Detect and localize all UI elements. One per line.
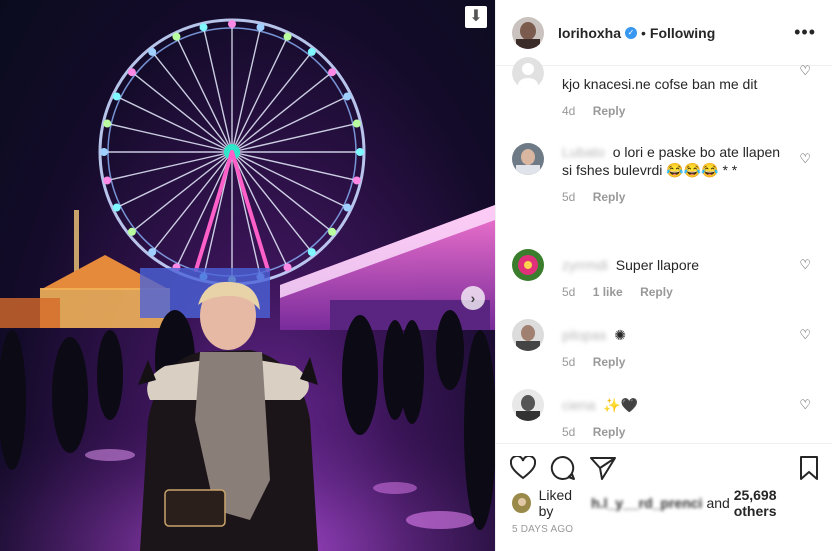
ferris-cabin	[352, 119, 361, 128]
post-timestamp[interactable]: 5 DAYS AGO	[496, 524, 832, 535]
ferris-cabin	[343, 92, 352, 101]
avatar[interactable]	[512, 249, 544, 281]
avatar[interactable]	[512, 389, 544, 421]
comment-age: 5d	[562, 425, 576, 439]
ferris-wheel	[98, 18, 366, 286]
comment-item: ciena ✨🖤 5d Reply ♡	[512, 389, 817, 439]
comment-bubble-icon[interactable]	[550, 448, 590, 488]
liked-by-label: Liked by	[538, 487, 573, 519]
separator: •	[641, 24, 646, 41]
ferris-cabin	[256, 23, 265, 32]
like-comment-heart-icon[interactable]: ♡	[799, 151, 811, 167]
ferris-cabin	[103, 176, 112, 185]
avatar[interactable]	[512, 493, 531, 513]
ferris-cabin	[228, 20, 236, 28]
fair-booths	[140, 205, 495, 330]
likes-summary: Liked by h.l_y__rd_prenci and 25,698 oth…	[496, 487, 832, 519]
action-bar	[496, 444, 832, 492]
ferris-cabin	[283, 32, 292, 41]
liked-and-label: and	[706, 495, 730, 511]
comment-item: kjo knacesi.ne cofse ban me dit 4d Reply…	[512, 57, 817, 118]
comment-item: Lubato o lori e paske bo ate llapen si f…	[512, 143, 817, 204]
post-photo: ⬇ ›	[0, 0, 495, 551]
comment-username[interactable]: pilopas	[562, 326, 606, 344]
comment-username[interactable]: zyrrmdi	[562, 256, 608, 274]
ferris-cabin	[343, 203, 352, 212]
like-heart-icon[interactable]	[510, 448, 550, 488]
like-comment-heart-icon[interactable]: ♡	[799, 397, 811, 413]
ferris-cabin	[127, 227, 136, 236]
comment-age: 5d	[562, 190, 576, 204]
comment-text: Super llapore	[615, 257, 700, 273]
avatar[interactable]	[512, 57, 544, 89]
save-bookmark-icon[interactable]	[779, 448, 819, 488]
ferris-cabin	[283, 263, 292, 272]
ferris-cabin	[307, 47, 316, 56]
reply-button[interactable]: Reply	[593, 104, 626, 118]
comments-list[interactable]: kjo knacesi.ne cofse ban me dit 4d Reply…	[496, 57, 832, 443]
verified-badge-icon: ✓	[625, 26, 638, 39]
ferris-cabin	[148, 47, 157, 56]
comment-age: 4d	[562, 104, 576, 118]
ferris-cabin	[352, 176, 361, 185]
comment-text: kjo knacesi.ne cofse ban me dit	[562, 76, 758, 92]
post-details-panel: lorihoxha ✓ • Following ••• kjo knacesi.…	[495, 0, 832, 551]
comment-item: zyrrmdi Super llapore 5d 1 like Reply ♡	[512, 249, 817, 299]
post-footer: Liked by h.l_y__rd_prenci and 25,698 oth…	[496, 443, 832, 551]
comment-emoji-icon: ✨🖤	[603, 397, 639, 413]
comment-age: 5d	[562, 285, 576, 299]
reply-button[interactable]: Reply	[593, 190, 626, 204]
ferris-cabin	[127, 68, 136, 77]
liked-by-user[interactable]: h.l_y__rd_prenci	[591, 495, 702, 511]
ferris-cabin	[103, 119, 112, 128]
ferris-cabin	[199, 23, 208, 32]
avatar[interactable]	[512, 143, 544, 175]
more-options-icon[interactable]: •••	[794, 22, 816, 43]
ferris-cabin	[328, 227, 337, 236]
avatar[interactable]	[512, 319, 544, 351]
ferris-cabin	[307, 248, 316, 257]
likes-count[interactable]: 25,698 others	[734, 487, 817, 519]
ferris-cabin	[112, 92, 121, 101]
reply-button[interactable]: Reply	[640, 285, 673, 299]
like-comment-heart-icon[interactable]: ♡	[799, 257, 811, 273]
ferris-cabin	[172, 32, 181, 41]
comment-item: pilopas ✺ 5d Reply ♡	[512, 319, 817, 369]
reply-button[interactable]: Reply	[593, 425, 626, 439]
next-photo-icon[interactable]: ›	[461, 286, 485, 310]
fairground-scene	[0, 18, 495, 551]
following-button[interactable]: Following	[650, 25, 715, 41]
share-paper-plane-icon[interactable]	[590, 448, 630, 488]
like-comment-heart-icon[interactable]: ♡	[799, 327, 811, 343]
reply-button[interactable]: Reply	[593, 355, 626, 369]
ferris-cabin	[148, 248, 157, 257]
like-comment-heart-icon[interactable]: ♡	[799, 63, 811, 79]
ferris-cabin	[100, 148, 108, 156]
comment-username[interactable]: ciena	[562, 396, 595, 414]
download-icon[interactable]: ⬇	[465, 6, 487, 28]
ferris-cabin	[356, 148, 364, 156]
ferris-cabin	[328, 68, 337, 77]
avatar[interactable]	[512, 16, 544, 49]
comment-username[interactable]: Lubato	[562, 143, 605, 161]
ferris-cabin	[112, 203, 121, 212]
username[interactable]: lorihoxha	[558, 25, 621, 41]
comment-likes-count[interactable]: 1 like	[593, 285, 623, 299]
comment-sticker-icon: ✺	[614, 327, 626, 343]
comment-age: 5d	[562, 355, 576, 369]
